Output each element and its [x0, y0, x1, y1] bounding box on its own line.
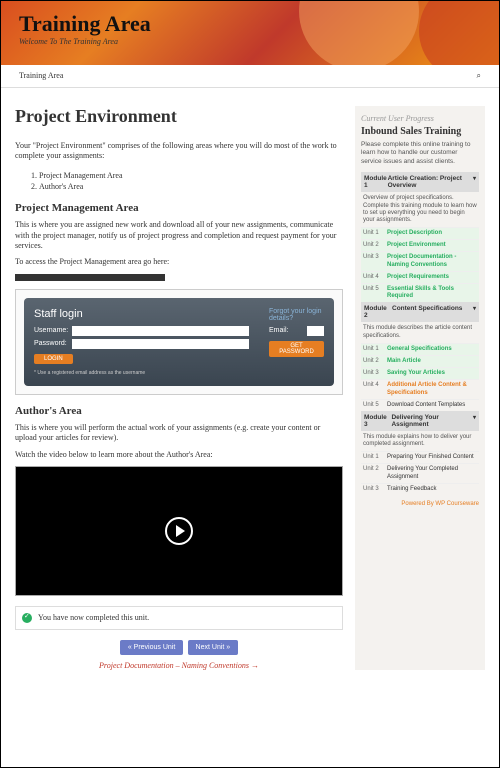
video-player[interactable] — [15, 466, 343, 596]
site-header: Training Area Welcome To The Training Ar… — [1, 1, 499, 65]
recover-button[interactable]: GET PASSWORD — [269, 341, 324, 357]
password-input[interactable] — [72, 339, 249, 349]
module-desc: This module explains how to deliver your… — [361, 431, 479, 451]
main-content: Project Environment Your "Project Enviro… — [15, 106, 343, 670]
list-item: Author's Area — [39, 181, 343, 192]
username-input[interactable] — [72, 326, 249, 336]
aa-text: This is where you will perform the actua… — [15, 423, 343, 444]
nav-bar: Training Area ⌕ — [1, 65, 499, 88]
page-title: Project Environment — [15, 106, 343, 127]
intro-text: Your "Project Environment" comprises of … — [15, 141, 343, 162]
email-input[interactable] — [307, 326, 324, 336]
unit-row[interactable]: Unit 1General Specifications — [361, 343, 479, 355]
play-icon[interactable] — [165, 517, 193, 545]
unit-row[interactable]: Unit 4Project Requirements — [361, 271, 479, 283]
powered-brand[interactable]: WP Courseware — [435, 501, 479, 507]
module-header[interactable]: Module 2Content Specifications — [361, 302, 479, 322]
areas-list: Project Management Area Author's Area — [39, 170, 343, 192]
progress-label: Current User Progress — [361, 114, 479, 123]
aa-heading: Author's Area — [15, 405, 343, 417]
unit-row[interactable]: Unit 5Download Content Templates — [361, 399, 479, 411]
unit-row[interactable]: Unit 3Training Feedback — [361, 483, 479, 495]
site-subtitle: Welcome To The Training Area — [19, 37, 481, 46]
list-item: Project Management Area — [39, 170, 343, 181]
next-link[interactable]: Project Documentation – Naming Conventio… — [15, 661, 343, 670]
staff-login-widget: Staff login Username: Password: LOGIN * … — [15, 289, 343, 395]
unit-row[interactable]: Unit 3Project Documentation - Naming Con… — [361, 251, 479, 270]
aa-watch: Watch the video below to learn more abou… — [15, 450, 343, 460]
unit-row[interactable]: Unit 2Delivering Your Completed Assignme… — [361, 463, 479, 482]
course-title: Inbound Sales Training — [361, 126, 479, 137]
course-desc: Please complete this online training to … — [361, 141, 479, 166]
unit-row[interactable]: Unit 2Project Environment — [361, 239, 479, 251]
breadcrumb[interactable]: Training Area — [19, 71, 63, 81]
site-title: Training Area — [19, 11, 481, 37]
module-desc: Overview of project specifications. Comp… — [361, 192, 479, 227]
login-button[interactable]: LOGIN — [34, 354, 73, 364]
username-label: Username: — [34, 327, 72, 334]
unit-row[interactable]: Unit 1Preparing Your Finished Content — [361, 451, 479, 463]
prev-unit-button[interactable]: « Previous Unit — [120, 640, 183, 655]
unit-row[interactable]: Unit 4Additional Article Content & Speci… — [361, 379, 479, 398]
password-label: Password: — [34, 340, 72, 347]
redacted-url — [15, 274, 165, 281]
email-label: Email: — [269, 327, 307, 334]
unit-row[interactable]: Unit 3Saving Your Articles — [361, 367, 479, 379]
login-title: Staff login — [34, 308, 249, 320]
completion-text: You have now completed this unit. — [38, 613, 149, 622]
module-header[interactable]: Module 3Delivering Your Assignment — [361, 411, 479, 431]
forgot-title[interactable]: Forgot your login details? — [269, 308, 324, 322]
module-desc: This module describes the article conten… — [361, 322, 479, 342]
module-header[interactable]: Module 1Article Creation: Project Overvi… — [361, 172, 479, 192]
unit-row[interactable]: Unit 1Project Description — [361, 227, 479, 239]
login-fineprint: * Use a registered email address as the … — [34, 370, 249, 376]
pma-heading: Project Management Area — [15, 202, 343, 214]
powered-by: Powered By WP Courseware — [361, 501, 479, 507]
check-icon — [22, 613, 32, 623]
completion-notice: You have now completed this unit. — [15, 606, 343, 630]
pma-access: To access the Project Management area go… — [15, 257, 343, 267]
sidebar: Current User Progress Inbound Sales Trai… — [355, 106, 485, 670]
unit-row[interactable]: Unit 2Main Article — [361, 355, 479, 367]
unit-row[interactable]: Unit 5Essential Skills & Tools Required — [361, 283, 479, 302]
search-icon[interactable]: ⌕ — [477, 71, 481, 81]
pma-text: This is where you are assigned new work … — [15, 220, 343, 251]
next-unit-button[interactable]: Next Unit » — [188, 640, 239, 655]
